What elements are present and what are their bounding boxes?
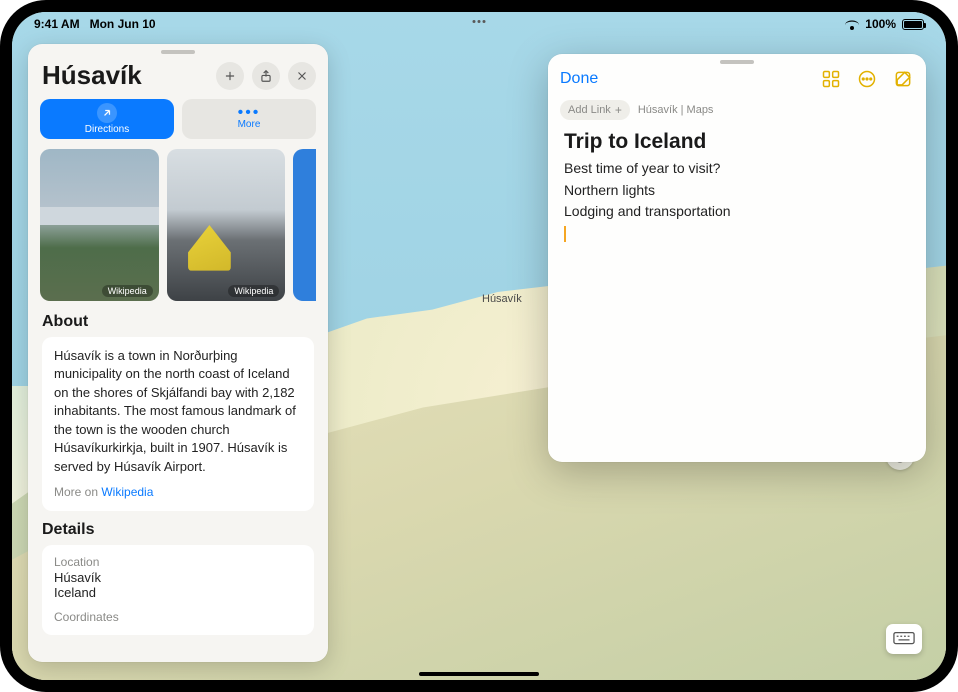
note-breadcrumb: Húsavík | Maps	[638, 104, 714, 116]
about-heading: About	[42, 313, 314, 331]
add-button[interactable]	[216, 62, 244, 90]
details-card: Location Húsavík Iceland Coordinates	[42, 545, 314, 635]
place-card: Húsavík	[28, 44, 328, 662]
status-time: 9:41 AM	[34, 17, 80, 31]
battery-icon	[902, 19, 924, 30]
multitask-dots[interactable]	[473, 20, 486, 23]
about-text: Húsavík is a town in Norðurþing municipa…	[54, 348, 296, 474]
status-date: Mon Jun 10	[90, 17, 156, 31]
more-button[interactable]: ••• More	[182, 99, 316, 139]
note-line: Best time of year to visit?	[564, 158, 910, 180]
wifi-icon	[845, 19, 859, 30]
directions-label: Directions	[85, 124, 129, 135]
place-photo[interactable]: Wikipedia	[40, 149, 159, 301]
done-button[interactable]: Done	[560, 70, 598, 88]
note-title: Trip to Iceland	[564, 130, 910, 154]
photo-strip[interactable]: Wikipedia Wikipedia	[28, 149, 328, 311]
place-photo[interactable]	[293, 149, 316, 301]
location-value: Húsavík	[54, 570, 302, 585]
about-card: Húsavík is a town in Norðurþing municipa…	[42, 337, 314, 511]
place-photo[interactable]: Wikipedia	[167, 149, 286, 301]
photo-source: Wikipedia	[102, 285, 153, 297]
ipad-frame: 9:41 AM Mon Jun 10 100% Húsavík Húsavík	[0, 0, 958, 692]
panel-grabber[interactable]	[161, 50, 195, 54]
close-button[interactable]	[288, 62, 316, 90]
home-indicator[interactable]	[419, 672, 539, 676]
plus-icon: +	[615, 103, 622, 117]
directions-button[interactable]: Directions	[40, 99, 174, 139]
keyboard-button[interactable]	[886, 624, 922, 654]
location-value: Iceland	[54, 585, 302, 600]
gallery-icon[interactable]	[820, 68, 842, 90]
note-line: Northern lights	[564, 180, 910, 202]
status-bar: 9:41 AM Mon Jun 10 100%	[12, 12, 946, 36]
screen: 9:41 AM Mon Jun 10 100% Húsavík Húsavík	[12, 12, 946, 680]
add-link-pill[interactable]: Add Link +	[560, 100, 630, 120]
directions-icon	[97, 103, 117, 123]
add-link-label: Add Link	[568, 104, 611, 116]
compose-icon[interactable]	[892, 68, 914, 90]
note-line: Lodging and transportation	[564, 201, 910, 223]
wikipedia-link[interactable]: Wikipedia	[101, 485, 153, 499]
note-editor[interactable]: Trip to Iceland Best time of year to vis…	[548, 130, 926, 462]
photo-source: Wikipedia	[228, 285, 279, 297]
more-icon: •••	[238, 108, 261, 118]
details-heading: Details	[42, 521, 314, 539]
share-button[interactable]	[252, 62, 280, 90]
location-label: Location	[54, 555, 302, 569]
more-label: More	[238, 119, 261, 130]
text-cursor	[564, 226, 566, 242]
coordinates-label: Coordinates	[54, 610, 302, 624]
battery-percent: 100%	[865, 17, 896, 31]
quick-note-popover: Done Add Link + H	[548, 54, 926, 462]
place-title: Húsavík	[42, 60, 142, 91]
map-place-label: Húsavík	[482, 293, 522, 305]
more-on-prefix: More on	[54, 485, 101, 499]
more-icon[interactable]	[856, 68, 878, 90]
